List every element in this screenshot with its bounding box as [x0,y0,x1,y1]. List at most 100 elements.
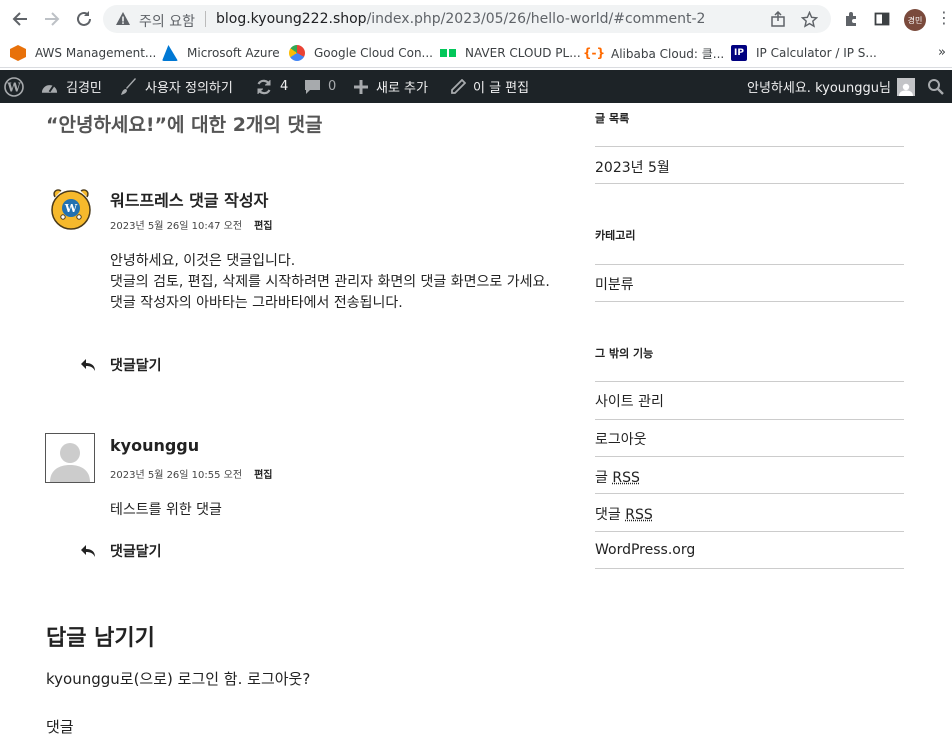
forward-button[interactable] [40,7,64,31]
bookmark-label: AWS Management... [35,46,157,60]
alibaba-icon: {-} [582,45,606,61]
entries-rss-link[interactable]: 글 RSS [595,467,640,487]
divider [205,11,206,27]
forward-arrow-icon [45,12,60,26]
updates-count: 4 [280,79,289,94]
svg-text:W: W [6,80,21,94]
reply-link[interactable]: 댓글달기 [80,355,162,375]
comments-rss-link[interactable]: 댓글 RSS [595,504,653,524]
back-arrow-icon [12,12,27,26]
archive-link[interactable]: 2023년 5월 [595,157,670,177]
comment-meta: 2023년 5월 26일 10:55 오전 편집 [110,466,272,481]
categories-heading: 카테고리 [595,229,636,242]
bookmark-alibaba[interactable]: {-} Alibaba Cloud: 클... [582,43,725,63]
logged-in-as[interactable]: kyounggu로(으로) 로그인 함. 로그아웃? [46,668,310,689]
share-icon[interactable] [769,10,787,28]
comment-author-name[interactable]: 워드프레스 댓글 작성자 [110,187,268,211]
comment-line: 댓글의 검토, 편집, 삭제를 시작하려면 관리자 화면의 댓글 화면으로 가세… [110,274,550,290]
address-bar[interactable]: 주의 요함 blog.kyoung222.shop/index.php/2023… [103,5,831,33]
reply-arrow-icon [80,544,110,558]
divider [595,183,904,184]
comments-menu[interactable]: 0 [304,70,336,103]
profile-avatar[interactable]: 경민 [904,9,926,31]
updates-icon [255,78,273,96]
edit-post-menu[interactable]: 이 글 편집 [450,70,529,103]
naver-cloud-icon [440,45,456,61]
divider [595,531,904,532]
category-link[interactable]: 미분류 [595,274,634,294]
site-name: 김경민 [66,81,102,96]
divider [595,493,904,494]
wordpress-org-link[interactable]: WordPress.org [595,542,695,558]
comment-edit-link[interactable]: 편집 [254,470,272,481]
warning-icon[interactable] [115,11,131,31]
bookmarks-bar: AWS Management... Microsoft Azure Google… [0,38,952,68]
pencil-icon [450,78,466,95]
archives-heading: 글 목록 [595,112,630,125]
reply-link[interactable]: 댓글달기 [80,541,162,561]
url-text[interactable]: blog.kyoung222.shop/index.php/2023/05/26… [216,11,705,27]
divider [595,264,904,265]
entries-label: 글 [595,470,608,486]
reply-label: 댓글달기 [110,544,162,560]
wp-admin-bar: W 김경민 사용자 정의하기 4 0 새로 추가 이 글 편집 안녕하세요. k… [0,70,952,103]
reload-icon [77,11,91,26]
bookmarks-more-button[interactable]: » [938,45,946,60]
search-icon [928,78,944,95]
wapuu-avatar-icon: W [51,189,91,230]
comment-line: 댓글 작성자의 아바타는 그라바타에서 전송됩니다. [110,295,403,311]
my-account-menu[interactable]: 안녕하세요. kyounggu님 [747,70,915,103]
rss-abbr: RSS [612,470,640,486]
brush-icon [120,77,138,96]
extensions-icon[interactable] [841,9,861,29]
comments-count: 0 [328,79,337,94]
browser-toolbar: 주의 요함 blog.kyoung222.shop/index.php/2023… [0,0,952,38]
bookmark-naver-cloud[interactable]: NAVER CLOUD PL... [440,43,581,63]
bookmark-azure[interactable]: Microsoft Azure [162,43,280,63]
bookmark-star-icon[interactable] [800,10,818,28]
comment-date[interactable]: 2023년 5월 26일 10:47 오전 [110,221,242,232]
ip-calculator-icon: IP [731,45,747,61]
dashboard-gauge-icon [40,79,59,95]
bookmark-ip-calculator[interactable]: IP IP Calculator / IP S... [731,43,877,63]
reload-button[interactable] [72,7,96,31]
security-label[interactable]: 주의 요함 [139,11,195,31]
plus-icon [353,79,369,95]
comment-line: 안녕하세요, 이것은 댓글입니다. [110,253,296,269]
bookmark-aws[interactable]: AWS Management... [10,43,156,63]
updates-menu[interactable]: 4 [255,70,288,103]
wp-logo-menu[interactable]: W [4,70,24,103]
default-avatar-icon [46,434,94,482]
bookmark-label: Google Cloud Con... [314,46,433,60]
new-content-menu[interactable]: 새로 추가 [353,70,428,103]
comments-label: 댓글 [595,507,621,523]
customize-label: 사용자 정의하기 [145,81,233,96]
logout-link[interactable]: 로그아웃 [595,429,647,449]
site-name-menu[interactable]: 김경민 [40,70,102,103]
search-button[interactable] [927,70,945,103]
back-button[interactable] [8,7,32,31]
comment-date[interactable]: 2023년 5월 26일 10:55 오전 [110,470,242,481]
meta-heading: 그 밖의 기능 [595,347,654,360]
divider [595,146,904,147]
google-cloud-icon [289,45,305,61]
side-panel-icon[interactable] [872,9,892,29]
bookmark-label: Alibaba Cloud: 클... [611,46,725,61]
comment-author-name[interactable]: kyounggu [110,436,199,455]
rss-abbr: RSS [625,507,653,523]
azure-icon [162,45,178,61]
new-label: 새로 추가 [376,81,428,96]
menu-dots-icon[interactable]: ⋮ [936,8,952,28]
comment-edit-link[interactable]: 편집 [254,221,272,232]
site-admin-link[interactable]: 사이트 관리 [595,391,664,411]
bookmark-label: Microsoft Azure [187,46,280,60]
reply-arrow-icon [80,358,110,372]
comment-meta: 2023년 5월 26일 10:47 오전 편집 [110,217,272,232]
url-path: /index.php/2023/05/26/hello-world/#comme… [366,11,706,27]
bookmark-google-cloud[interactable]: Google Cloud Con... [289,43,433,63]
divider [595,419,904,420]
bookmark-label: NAVER CLOUD PL... [465,46,581,60]
customize-menu[interactable]: 사용자 정의하기 [120,70,233,103]
divider [595,301,904,302]
aws-cube-icon [10,45,26,61]
